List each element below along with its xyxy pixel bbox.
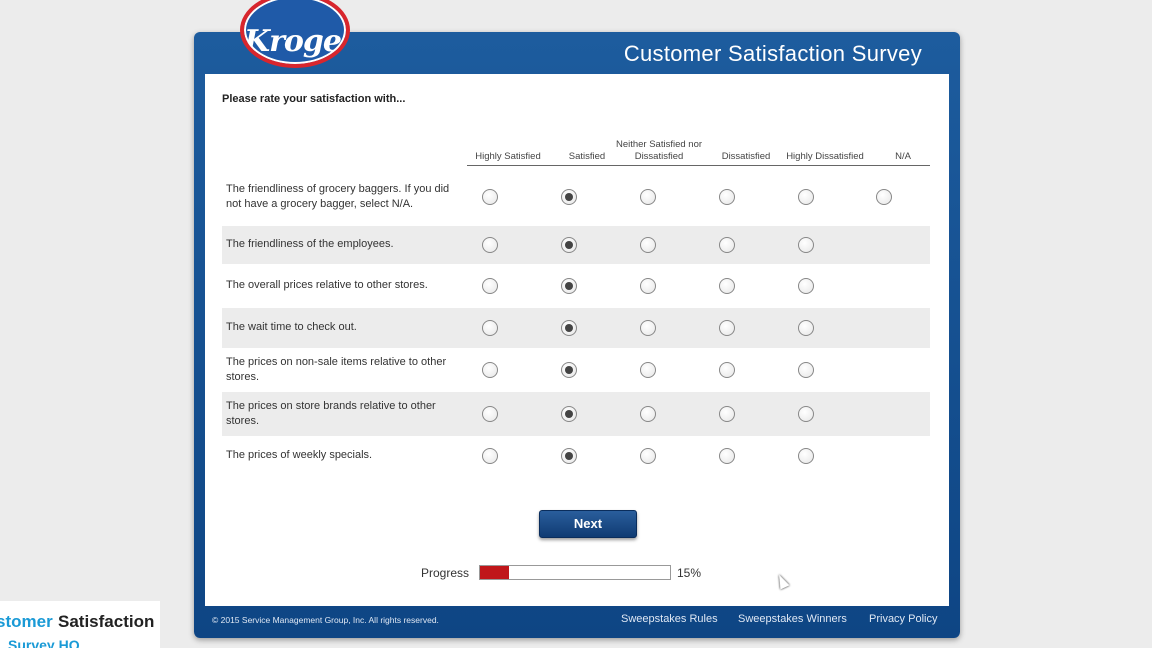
question-text: The friendliness of grocery baggers. If … [226, 182, 450, 211]
watermark-text-1: stomer [0, 612, 53, 631]
question-text: The friendliness of the employees. [226, 238, 394, 250]
rating-prompt: Please rate your satisfaction with... [222, 93, 406, 105]
privacy-policy-link[interactable]: Privacy Policy [869, 613, 937, 625]
sweepstakes-rules-link[interactable]: Sweepstakes Rules [621, 613, 718, 625]
radio-highly-satisfied[interactable] [482, 237, 498, 253]
radio-satisfied[interactable] [561, 189, 577, 205]
radio-satisfied[interactable] [561, 278, 577, 294]
radio-n-a[interactable] [876, 189, 892, 205]
next-button[interactable]: Next [539, 510, 637, 538]
radio-highly-dissatisfied[interactable] [798, 237, 814, 253]
question-row: The prices of weekly specials. [222, 436, 930, 476]
column-header-dissatisfied: Dissatisfied [721, 151, 771, 162]
progress-value: 15% [677, 566, 702, 580]
radio-dissatisfied[interactable] [719, 406, 735, 422]
radio-highly-dissatisfied[interactable] [798, 320, 814, 336]
radio-neither-satisfied-nor-dissatisfied[interactable] [640, 406, 656, 422]
radio-satisfied[interactable] [561, 237, 577, 253]
radio-highly-satisfied[interactable] [482, 406, 498, 422]
radio-dissatisfied[interactable] [719, 362, 735, 378]
radio-satisfied[interactable] [561, 448, 577, 464]
radio-neither-satisfied-nor-dissatisfied[interactable] [640, 448, 656, 464]
question-row: The wait time to check out. [222, 308, 930, 348]
question-row: The prices on store brands relative to o… [222, 392, 930, 436]
question-text: The wait time to check out. [226, 321, 357, 333]
watermark-badge: stomer Satisfaction Survey HQ [0, 601, 160, 648]
radio-highly-satisfied[interactable] [482, 362, 498, 378]
watermark-text-2: Satisfaction [58, 612, 155, 631]
watermark-text-3: Survey HQ [8, 637, 80, 648]
question-text: The prices on non-sale items relative to… [226, 355, 447, 384]
survey-content: Please rate your satisfaction with... Hi… [205, 74, 949, 606]
radio-dissatisfied[interactable] [719, 448, 735, 464]
radio-dissatisfied[interactable] [719, 189, 735, 205]
progress-bar [479, 565, 671, 580]
column-header-highly-dissatisfied: Highly Dissatisfied [786, 151, 864, 162]
copyright-text: © 2015 Service Management Group, Inc. Al… [212, 615, 439, 625]
radio-neither-satisfied-nor-dissatisfied[interactable] [640, 362, 656, 378]
column-header-highly-satisfied: Highly Satisfied [475, 151, 541, 162]
question-row: The friendliness of the employees. [222, 226, 930, 264]
radio-highly-dissatisfied[interactable] [798, 362, 814, 378]
radio-neither-satisfied-nor-dissatisfied[interactable] [640, 189, 656, 205]
sweepstakes-winners-link[interactable]: Sweepstakes Winners [738, 613, 847, 625]
survey-frame: Kroger Customer Satisfaction Survey Plea… [194, 0, 960, 638]
question-row: The overall prices relative to other sto… [222, 264, 930, 308]
radio-dissatisfied[interactable] [719, 237, 735, 253]
radio-highly-dissatisfied[interactable] [798, 278, 814, 294]
question-row: The prices on non-sale items relative to… [222, 348, 930, 392]
radio-highly-dissatisfied[interactable] [798, 189, 814, 205]
radio-highly-satisfied[interactable] [482, 448, 498, 464]
radio-highly-satisfied[interactable] [482, 278, 498, 294]
radio-neither-satisfied-nor-dissatisfied[interactable] [640, 237, 656, 253]
radio-highly-dissatisfied[interactable] [798, 406, 814, 422]
kroger-logo: Kroger [240, 0, 350, 68]
question-row: The friendliness of grocery baggers. If … [222, 170, 930, 224]
logo-text: Kroger [244, 24, 350, 59]
column-header-neutral: Neither Satisfied nor Dissatisfied [615, 139, 703, 162]
column-header-na: N/A [895, 151, 911, 162]
radio-highly-satisfied[interactable] [482, 189, 498, 205]
radio-neither-satisfied-nor-dissatisfied[interactable] [640, 320, 656, 336]
radio-satisfied[interactable] [561, 406, 577, 422]
radio-dissatisfied[interactable] [719, 320, 735, 336]
radio-dissatisfied[interactable] [719, 278, 735, 294]
question-text: The overall prices relative to other sto… [226, 279, 428, 291]
survey-title: Customer Satisfaction Survey [623, 41, 922, 66]
radio-highly-dissatisfied[interactable] [798, 448, 814, 464]
header-divider [467, 165, 930, 166]
radio-neither-satisfied-nor-dissatisfied[interactable] [640, 278, 656, 294]
progress-label: Progress [421, 566, 470, 580]
radio-satisfied[interactable] [561, 362, 577, 378]
radio-satisfied[interactable] [561, 320, 577, 336]
question-text: The prices of weekly specials. [226, 449, 373, 461]
radio-highly-satisfied[interactable] [482, 320, 498, 336]
mouse-cursor-icon [774, 572, 790, 590]
progress-fill [480, 566, 509, 579]
question-text: The prices on store brands relative to o… [226, 399, 436, 428]
